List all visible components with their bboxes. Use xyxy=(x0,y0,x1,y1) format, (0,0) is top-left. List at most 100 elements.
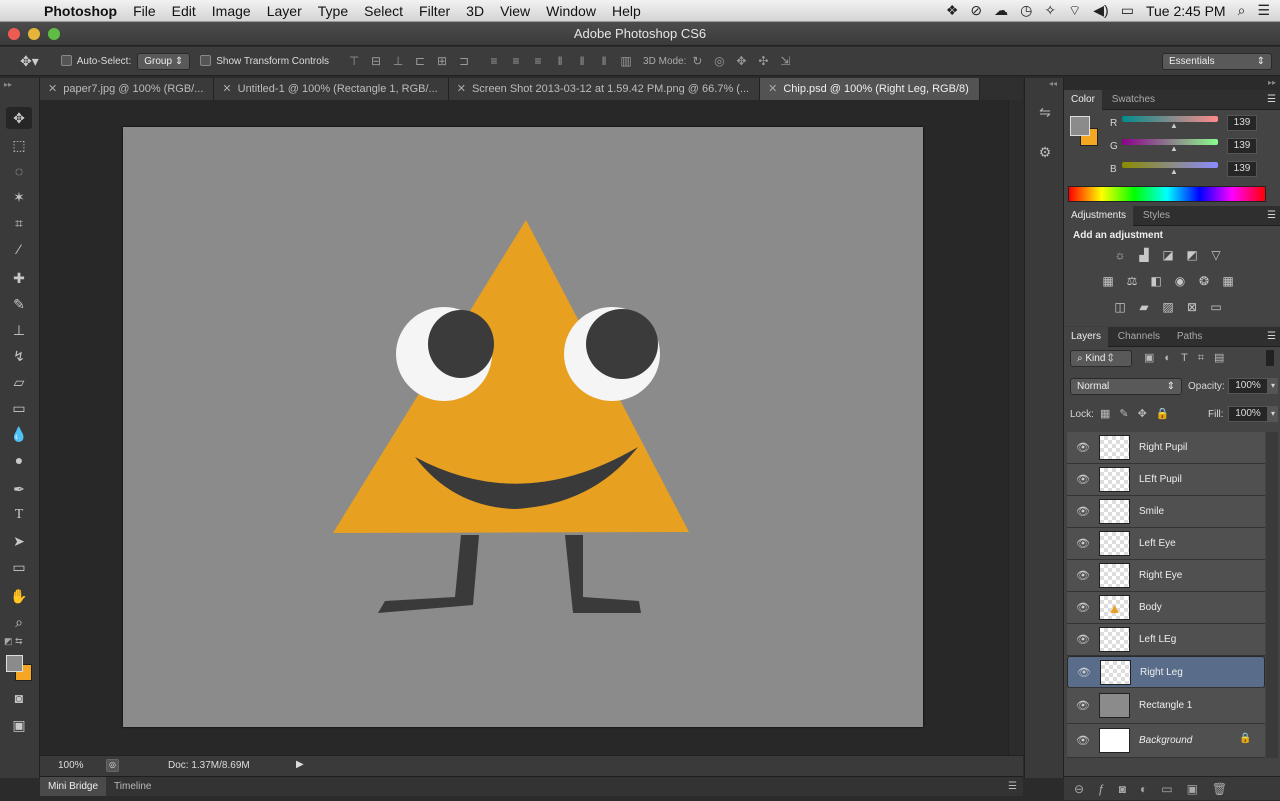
close-tab-icon[interactable]: ✕ xyxy=(48,83,57,95)
channel-r-value[interactable]: 139 xyxy=(1227,115,1257,131)
time-machine-icon[interactable]: ◷ xyxy=(1020,2,1032,19)
distribute-right-icon[interactable]: ‖ xyxy=(596,53,612,69)
panel-menu-icon[interactable]: ☰ xyxy=(1267,327,1276,347)
threshold-icon[interactable]: ▨ xyxy=(1160,300,1176,314)
default-colors-icon[interactable]: ◩ ⇆ xyxy=(4,636,23,647)
distribute-top-icon[interactable]: ≡ xyxy=(486,53,502,69)
3d-slide-icon[interactable]: ✣ xyxy=(755,53,771,69)
opacity-dropdown-icon[interactable]: ▾ xyxy=(1268,378,1278,394)
gradient-tool-icon[interactable]: ▭ xyxy=(6,397,32,419)
hand-tool-icon[interactable]: ✋ xyxy=(6,585,32,607)
black-white-icon[interactable]: ◧ xyxy=(1148,274,1164,288)
menu-image[interactable]: Image xyxy=(204,3,259,19)
layers-footer-buttons[interactable]: ⊖ƒ◙◐▭▣🗑 xyxy=(1064,776,1280,800)
photo-filter-icon[interactable]: ◉ xyxy=(1172,274,1188,288)
right-leg-shape[interactable] xyxy=(565,535,641,613)
menu-type[interactable]: Type xyxy=(310,3,356,19)
tab-paper7[interactable]: ✕ paper7.jpg @ 100% (RGB/... xyxy=(40,78,215,100)
zoom-level[interactable]: 100% xyxy=(58,760,84,771)
eye-icon[interactable]: 👁 xyxy=(1077,666,1091,679)
tab-mini-bridge[interactable]: Mini Bridge xyxy=(40,777,107,796)
color-spectrum-ramp[interactable] xyxy=(1068,186,1266,202)
posterize-icon[interactable]: ▰ xyxy=(1136,300,1152,314)
marquee-tool-icon[interactable]: ⬚ xyxy=(6,134,32,156)
search-icon[interactable]: ⌕ xyxy=(1238,2,1246,19)
layer-right-leg[interactable]: 👁 Right Leg xyxy=(1067,656,1265,688)
expand-dock-icon[interactable]: ◂◂ xyxy=(1049,79,1057,88)
layer-filter-icons[interactable]: ▣◐T⌗▤ xyxy=(1144,351,1234,365)
3d-roll-icon[interactable]: ◎ xyxy=(711,53,727,69)
minimize-window-button[interactable] xyxy=(28,28,40,40)
list-icon[interactable]: ☰ xyxy=(1257,2,1270,19)
status-preview-icon[interactable]: ◎ xyxy=(106,759,119,772)
layer-rectangle-1[interactable]: 👁 Rectangle 1 xyxy=(1067,688,1265,724)
exposure-icon[interactable]: ◩ xyxy=(1184,248,1200,262)
eye-icon[interactable]: 👁 xyxy=(1076,473,1090,486)
tab-screenshot[interactable]: ✕ Screen Shot 2013-03-12 at 1.59.42 PM.pn… xyxy=(448,78,761,100)
history-brush-tool-icon[interactable]: ↯ xyxy=(6,345,32,367)
eye-icon[interactable]: 👁 xyxy=(1076,699,1090,712)
layer-left-leg[interactable]: 👁 Left LEg xyxy=(1067,624,1265,656)
slider-thumb-icon[interactable]: ▲ xyxy=(1170,167,1178,176)
layer-right-eye[interactable]: 👁 Right Eye xyxy=(1067,560,1265,592)
zoom-window-button[interactable] xyxy=(48,28,60,40)
collapse-toolbar-icon[interactable]: ▸▸ xyxy=(4,80,12,89)
tab-chip[interactable]: ✕ Chip.psd @ 100% (Right Leg, RGB/8) xyxy=(760,78,980,100)
curves-icon[interactable]: ◪ xyxy=(1160,248,1176,262)
bluetooth-icon[interactable]: ✧ xyxy=(1044,2,1056,19)
filter-toggle-icon[interactable] xyxy=(1266,350,1274,366)
menu-filter[interactable]: Filter xyxy=(411,3,458,19)
menu-3d[interactable]: 3D xyxy=(458,3,492,19)
stamp-tool-icon[interactable]: ⊥ xyxy=(6,319,32,341)
workspace-dropdown[interactable]: Essentials ⇕ xyxy=(1162,52,1272,70)
tab-color[interactable]: Color xyxy=(1064,90,1102,110)
auto-align-icon[interactable]: ▥ xyxy=(618,53,634,69)
3d-rotate-icon[interactable]: ↻ xyxy=(689,53,705,69)
panel-menu-icon[interactable]: ☰ xyxy=(1267,206,1276,226)
distribute-vcenter-icon[interactable]: ≡ xyxy=(508,53,524,69)
align-right-icon[interactable]: ⊐ xyxy=(456,53,472,69)
healing-brush-tool-icon[interactable]: ✚ xyxy=(6,267,32,289)
tab-timeline[interactable]: Timeline xyxy=(106,777,159,796)
sync-icon[interactable]: ⊘ xyxy=(970,2,982,19)
menu-app-name[interactable]: Photoshop xyxy=(44,3,117,19)
close-window-button[interactable] xyxy=(8,28,20,40)
layer-body[interactable]: 👁 ▲ Body xyxy=(1067,592,1265,624)
foreground-color-swatch[interactable] xyxy=(6,655,23,672)
history-panel-icon[interactable]: ⇋ xyxy=(1035,104,1055,124)
move-tool-icon[interactable]: ✥ xyxy=(6,107,32,129)
pen-tool-icon[interactable]: ✒ xyxy=(6,478,32,500)
vertical-scrollbar[interactable] xyxy=(1008,100,1023,755)
eyedropper-tool-icon[interactable]: ⁄ xyxy=(6,238,32,260)
align-hcenter-icon[interactable]: ⊞ xyxy=(434,53,450,69)
document-canvas[interactable] xyxy=(123,127,923,727)
volume-icon[interactable]: ◀) xyxy=(1093,2,1108,19)
menu-view[interactable]: View xyxy=(492,3,538,19)
fill-dropdown-icon[interactable]: ▾ xyxy=(1268,406,1278,422)
left-pupil-shape[interactable] xyxy=(428,310,494,378)
close-tab-icon[interactable]: ✕ xyxy=(222,83,231,95)
slider-thumb-icon[interactable]: ▲ xyxy=(1170,144,1178,153)
blur-tool-icon[interactable]: 💧 xyxy=(6,423,32,445)
rectangle-tool-icon[interactable]: ▭ xyxy=(6,556,32,578)
color-lookup-icon[interactable]: ▦ xyxy=(1220,274,1236,288)
tab-layers[interactable]: Layers xyxy=(1064,327,1109,347)
invert-icon[interactable]: ◫ xyxy=(1112,300,1128,314)
menu-file[interactable]: File xyxy=(125,3,164,19)
eye-icon[interactable]: 👁 xyxy=(1076,505,1090,518)
eye-icon[interactable]: 👁 xyxy=(1076,734,1090,747)
levels-icon[interactable]: ▟ xyxy=(1136,248,1152,262)
lock-options-icons[interactable]: ▦✎✥🔒 xyxy=(1100,407,1179,420)
properties-panel-icon[interactable]: ⚙ xyxy=(1035,144,1055,164)
layer-left-pupil[interactable]: 👁 LEft Pupil xyxy=(1067,464,1265,496)
align-top-icon[interactable]: ⊤ xyxy=(346,53,362,69)
chip-artwork[interactable] xyxy=(123,127,923,727)
distribute-left-icon[interactable]: ‖ xyxy=(552,53,568,69)
color-balance-icon[interactable]: ⚖ xyxy=(1124,274,1140,288)
type-tool-icon[interactable]: T xyxy=(6,504,32,526)
color-foreground-swatch[interactable] xyxy=(1070,116,1090,136)
brightness-icon[interactable]: ☼ xyxy=(1112,248,1128,262)
show-transform-checkbox[interactable] xyxy=(200,55,216,67)
battery-icon[interactable]: ▭ xyxy=(1121,2,1134,19)
move-tool-icon[interactable]: ✥▾ xyxy=(20,53,39,70)
